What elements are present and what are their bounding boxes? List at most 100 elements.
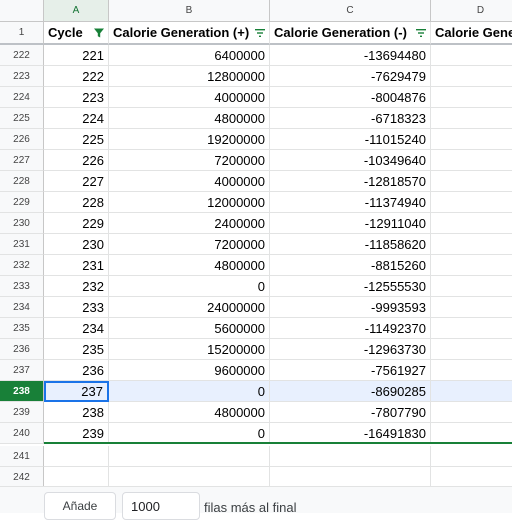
row-header-229[interactable]: 229	[0, 192, 44, 213]
cell-plus[interactable]: 0	[109, 381, 270, 402]
cell-minus[interactable]: -10349640	[270, 150, 431, 171]
cell-empty[interactable]	[431, 213, 512, 234]
rows-count-input[interactable]	[122, 492, 200, 520]
cell-minus[interactable]: -7561927	[270, 360, 431, 381]
cell-cycle[interactable]: 227	[44, 171, 109, 192]
cell-cycle[interactable]: 230	[44, 234, 109, 255]
row-header-238[interactable]: 238	[0, 381, 44, 402]
row-header-232[interactable]: 232	[0, 255, 44, 276]
cell-empty[interactable]	[431, 129, 512, 150]
row-header-242[interactable]: 242	[0, 467, 44, 488]
cell-cycle[interactable]: 237	[44, 381, 109, 402]
cell-minus[interactable]: -8004876	[270, 87, 431, 108]
column-header-b[interactable]: B	[109, 0, 270, 22]
cell-plus[interactable]: 7200000	[109, 150, 270, 171]
cell-empty[interactable]	[270, 467, 431, 488]
cell-empty[interactable]	[431, 402, 512, 423]
cell-empty[interactable]	[431, 255, 512, 276]
cell-plus[interactable]: 9600000	[109, 360, 270, 381]
row-header-226[interactable]: 226	[0, 129, 44, 150]
cell-cycle[interactable]: 221	[44, 45, 109, 66]
cell-minus[interactable]: -13694480	[270, 45, 431, 66]
cell-cycle[interactable]: 233	[44, 297, 109, 318]
row-header-233[interactable]: 233	[0, 276, 44, 297]
cell-cycle[interactable]: 239	[44, 423, 109, 444]
cell-cycle[interactable]: 226	[44, 150, 109, 171]
filter-lines-icon[interactable]	[415, 27, 427, 39]
cell-empty[interactable]	[44, 446, 109, 467]
cell-empty[interactable]	[431, 467, 512, 488]
cell-plus[interactable]: 19200000	[109, 129, 270, 150]
cell-cycle[interactable]: 228	[44, 192, 109, 213]
cell-empty[interactable]	[270, 446, 431, 467]
cell-minus[interactable]: -12911040	[270, 213, 431, 234]
cell-empty[interactable]	[109, 467, 270, 488]
cell-minus[interactable]: -12818570	[270, 171, 431, 192]
cell-empty[interactable]	[109, 446, 270, 467]
cell-plus[interactable]: 4000000	[109, 171, 270, 192]
cell-cycle[interactable]: 236	[44, 360, 109, 381]
row-header-240[interactable]: 240	[0, 423, 44, 444]
cell-plus[interactable]: 4800000	[109, 402, 270, 423]
cell-plus[interactable]: 4800000	[109, 108, 270, 129]
cell-empty[interactable]	[431, 446, 512, 467]
cell-minus[interactable]: -11492370	[270, 318, 431, 339]
cell-plus[interactable]: 5600000	[109, 318, 270, 339]
cell-cycle[interactable]: 238	[44, 402, 109, 423]
cell-minus[interactable]: -7807790	[270, 402, 431, 423]
row-header-237[interactable]: 237	[0, 360, 44, 381]
filter-lines-icon[interactable]	[254, 27, 266, 39]
cell-empty[interactable]	[431, 276, 512, 297]
cell-cycle[interactable]: 224	[44, 108, 109, 129]
header-cell-a[interactable]: Cycle	[44, 22, 109, 45]
cell-empty[interactable]	[431, 150, 512, 171]
cell-empty[interactable]	[431, 339, 512, 360]
cell-empty[interactable]	[431, 423, 512, 444]
cell-empty[interactable]	[431, 297, 512, 318]
row-header-227[interactable]: 227	[0, 150, 44, 171]
select-all-corner[interactable]	[0, 0, 44, 22]
cell-cycle[interactable]: 223	[44, 87, 109, 108]
row-header-236[interactable]: 236	[0, 339, 44, 360]
row-header-223[interactable]: 223	[0, 66, 44, 87]
row-header-241[interactable]: 241	[0, 446, 44, 467]
cell-plus[interactable]: 0	[109, 276, 270, 297]
cell-empty[interactable]	[431, 192, 512, 213]
row-header-228[interactable]: 228	[0, 171, 44, 192]
cell-empty[interactable]	[431, 87, 512, 108]
cell-plus[interactable]: 12800000	[109, 66, 270, 87]
cell-empty[interactable]	[431, 66, 512, 87]
cell-minus[interactable]: -11015240	[270, 129, 431, 150]
cell-minus[interactable]: -11374940	[270, 192, 431, 213]
cell-cycle[interactable]: 232	[44, 276, 109, 297]
cell-empty[interactable]	[431, 318, 512, 339]
row-header-239[interactable]: 239	[0, 402, 44, 423]
cell-plus[interactable]: 24000000	[109, 297, 270, 318]
cell-minus[interactable]: -8690285	[270, 381, 431, 402]
filter-funnel-icon[interactable]	[93, 27, 105, 39]
row-header-1[interactable]: 1	[0, 22, 44, 45]
cell-empty[interactable]	[431, 45, 512, 66]
column-header-a[interactable]: A	[44, 0, 109, 22]
row-header-224[interactable]: 224	[0, 87, 44, 108]
row-header-225[interactable]: 225	[0, 108, 44, 129]
add-rows-button[interactable]: Añade	[44, 492, 116, 520]
cell-cycle[interactable]: 229	[44, 213, 109, 234]
cell-cycle[interactable]: 222	[44, 66, 109, 87]
cell-cycle[interactable]: 235	[44, 339, 109, 360]
column-header-c[interactable]: C	[270, 0, 431, 22]
cell-minus[interactable]: -6718323	[270, 108, 431, 129]
cell-cycle[interactable]: 234	[44, 318, 109, 339]
row-header-230[interactable]: 230	[0, 213, 44, 234]
cell-minus[interactable]: -9993593	[270, 297, 431, 318]
cell-plus[interactable]: 4800000	[109, 255, 270, 276]
cell-plus[interactable]: 12000000	[109, 192, 270, 213]
row-header-234[interactable]: 234	[0, 297, 44, 318]
row-header-222[interactable]: 222	[0, 45, 44, 66]
cell-plus[interactable]: 0	[109, 423, 270, 444]
cell-empty[interactable]	[431, 234, 512, 255]
cell-empty[interactable]	[44, 467, 109, 488]
cell-plus[interactable]: 2400000	[109, 213, 270, 234]
cell-plus[interactable]: 15200000	[109, 339, 270, 360]
cell-cycle[interactable]: 225	[44, 129, 109, 150]
